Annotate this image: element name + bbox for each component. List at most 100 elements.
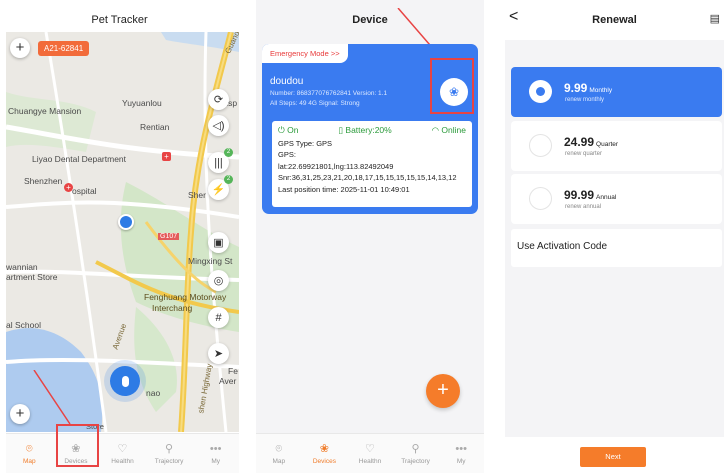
plan-monthly[interactable]: 9.99 Monthly renew monthly	[511, 67, 722, 117]
renewal-screen: < Renewal ▤ 9.99 Monthly renew monthly 24…	[505, 0, 724, 473]
tab-my[interactable]: ••• My	[438, 434, 484, 473]
gps-label: GPS:	[278, 150, 296, 159]
page-title: Renewal	[592, 14, 637, 26]
map-label: Chuangye Mansion	[8, 106, 82, 116]
paw-button-highlight	[430, 58, 474, 114]
hospital-icon: +	[64, 183, 73, 192]
plan-desc: renew monthly	[565, 97, 605, 103]
cube-icon[interactable]: ▣	[208, 232, 229, 253]
map-label: nao	[146, 388, 161, 398]
gps-snr: Snr:36,31,25,23,21,20,18,17,15,15,15,15,…	[278, 173, 457, 182]
more-dots-icon: •••	[455, 442, 467, 455]
plan-quarter[interactable]: 24.99 Quarter renew quarter	[511, 121, 722, 171]
tab-label: Healthn	[358, 457, 382, 465]
tab-trajectory[interactable]: ⚲ Trajectory	[146, 434, 193, 473]
map-label: Sher	[188, 190, 206, 200]
notification-badge: 2	[224, 175, 233, 184]
zoom-out-button[interactable]: +	[10, 404, 30, 424]
plan-desc: renew quarter	[565, 151, 603, 157]
more-dots-icon: •••	[209, 442, 222, 455]
map-label: Fe	[228, 366, 238, 376]
add-device-button[interactable]: +	[426, 374, 460, 408]
road-shield: G107	[158, 233, 180, 240]
tab-devices[interactable]: ❀ Devices	[302, 434, 348, 473]
power-status: ⏻ On	[278, 125, 299, 135]
tab-label: My	[456, 457, 466, 465]
tab-label: My	[211, 457, 220, 465]
plan-annual[interactable]: 99.99 Annual renew annual	[511, 174, 722, 224]
device-tag[interactable]: A21-62841	[38, 41, 90, 56]
tab-trajectory[interactable]: ⚲ Trajectory	[393, 434, 439, 473]
tab-label: Map	[22, 457, 36, 465]
zoom-in-button[interactable]: +	[10, 38, 30, 58]
map-label: al School	[6, 320, 41, 330]
emergency-mode-button[interactable]: Emergency Mode >>	[262, 44, 348, 63]
plan-price: 9.99 Monthly	[564, 81, 613, 95]
device-location-pin[interactable]	[118, 214, 134, 230]
map-label: Shenzhen	[24, 176, 63, 186]
radio-unselected[interactable]	[529, 187, 552, 210]
bottom-tab-bar: ⌾ Map ❀ Devices ♡ Healthn ⚲ Trajectory •…	[256, 433, 484, 473]
tab-label: Map	[272, 457, 286, 465]
tab-label: Healthn	[111, 457, 134, 465]
online-status: ◠ Online	[431, 125, 466, 135]
bottom-tab-bar: ⌾ Map ❀ Devices ♡ Healthn ⚲ Trajectory •…	[6, 433, 239, 473]
map-label: Fenghuang Motorway	[144, 292, 227, 302]
tab-label: Trajectory	[154, 457, 184, 465]
locate-icon[interactable]: ◎	[208, 270, 229, 291]
microphone-button[interactable]	[110, 366, 140, 396]
trajectory-icon: ⚲	[411, 442, 420, 455]
bottom-bar: Next	[505, 437, 724, 473]
device-info-box: ⏻ On ▯ Battery:20% ◠ Online GPS Type: GP…	[272, 121, 472, 207]
map-label: Interchang	[152, 303, 193, 313]
paw-icon: ❀	[319, 442, 329, 455]
plan-price: 99.99 Annual	[564, 188, 617, 202]
screenshot-composite: Pet Tracker + A21-62841 Chuangye Mansion…	[0, 0, 724, 473]
map-label: artment Store	[6, 272, 58, 282]
map-label: Rentian	[140, 122, 170, 132]
gps-coordinates: lat:22.69921801,lng:113.82492049	[278, 161, 394, 171]
tab-label: Trajectory	[401, 457, 430, 465]
tab-map[interactable]: ⌾ Map	[256, 434, 302, 473]
receipt-icon[interactable]: ▤	[710, 12, 720, 25]
tab-map[interactable]: ⌾ Map	[6, 434, 53, 473]
refresh-icon[interactable]: ⟳	[208, 89, 229, 110]
annotation-arrow	[33, 370, 71, 425]
map-label: Mingxing St	[188, 256, 233, 266]
health-icon: ♡	[365, 442, 375, 455]
device-steps: All Steps: 49 4G Signal: Strong	[270, 100, 360, 107]
navigate-icon[interactable]: ➤	[208, 343, 229, 364]
map-label: Yuyuanlou	[122, 98, 162, 108]
gps-type: GPS Type: GPS	[278, 138, 333, 148]
tab-health[interactable]: ♡ Healthn	[347, 434, 393, 473]
map-label: Liyao Dental Department	[32, 154, 127, 164]
radio-selected[interactable]	[529, 80, 552, 103]
battery-status: ▯ Battery:20%	[338, 125, 392, 135]
notification-badge: 2	[224, 148, 233, 157]
device-name: doudou	[270, 76, 304, 87]
location-pin-icon: ⌾	[275, 442, 283, 455]
plan-desc: renew annual	[565, 204, 602, 210]
activation-code-row[interactable]: Use Activation Code	[511, 229, 722, 267]
page-title: Device	[352, 14, 388, 26]
devices-tab-highlight	[56, 424, 99, 467]
next-button[interactable]: Next	[580, 447, 646, 467]
page-title: Pet Tracker	[91, 14, 148, 26]
sound-icon[interactable]: ◁)	[208, 115, 229, 136]
tab-health[interactable]: ♡ Healthn	[99, 434, 146, 473]
last-position-time: Last position time: 2025-11-01 10:49:01	[278, 184, 410, 194]
map-label: ospital	[72, 186, 97, 196]
tab-label: Devices	[312, 457, 336, 465]
radio-unselected[interactable]	[529, 134, 552, 157]
grid-icon[interactable]: #	[208, 307, 229, 328]
status-row: ⏻ On ▯ Battery:20% ◠ Online	[278, 125, 466, 137]
location-pin-icon: ⌾	[25, 442, 33, 455]
map-screen: Pet Tracker + A21-62841 Chuangye Mansion…	[0, 0, 239, 473]
tab-my[interactable]: ••• My	[192, 434, 239, 473]
header: < Renewal ▤	[505, 0, 724, 40]
trajectory-icon: ⚲	[165, 442, 174, 455]
health-icon: ♡	[117, 442, 128, 455]
hospital-icon: +	[162, 152, 171, 161]
device-screen: Device Emergency Mode >> doudou Number: …	[256, 0, 484, 473]
map-label: wannian	[6, 262, 38, 272]
